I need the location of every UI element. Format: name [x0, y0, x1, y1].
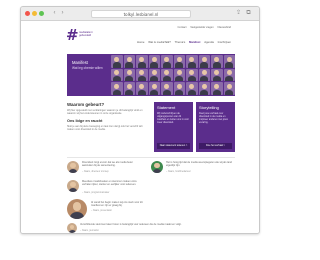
- top-links: Contact Veelgestelde vragen Nieuwsbrief: [175, 26, 232, 29]
- avatar: [67, 161, 79, 173]
- top-link-contact[interactable]: Contact: [178, 26, 187, 29]
- forward-arrow-icon[interactable]: ›: [59, 10, 66, 17]
- minimize-window-button[interactable]: [32, 11, 37, 16]
- portrait-thumbnail: [211, 55, 223, 68]
- web-page: # mediatalent gebundeld Contact Veelgest…: [21, 22, 259, 233]
- nav-item-signup[interactable]: Inschrijven: [218, 40, 231, 44]
- intro-section: Waarom gebeurt? Wij hier opgesteld met v…: [67, 102, 149, 134]
- nav-item-home[interactable]: Home: [137, 40, 144, 44]
- hero-banner: Manifest Wat leg chemie willen: [67, 54, 235, 96]
- nav-item-about[interactable]: Wat is mediaTalk?: [148, 40, 171, 44]
- quote-text: Al vanaf het begin maken wij ons sterk v…: [91, 201, 143, 208]
- portrait-grid: [111, 55, 235, 95]
- browser-window: ‹ › tolkyl.lesbianel.nl ⇪ ⧉ # mediatalen…: [20, 6, 260, 234]
- portrait-thumbnail: [161, 68, 173, 82]
- portrait-thumbnail: [111, 82, 123, 95]
- portrait-thumbnail: [186, 82, 198, 95]
- portrait-thumbnail: [111, 68, 123, 82]
- nav-item-manifest[interactable]: Manifest: [189, 40, 200, 44]
- quote-author: – Naam, journalist: [80, 230, 99, 232]
- statement-title: Statement: [157, 105, 176, 110]
- storytelling-box: Storytelling Deel jouw verhaal over dive…: [196, 102, 235, 152]
- avatar: [151, 161, 163, 173]
- portrait-thumbnail: [111, 55, 123, 68]
- tabs-icon[interactable]: ⧉: [245, 10, 252, 17]
- intro-subheading: Ons lidge en raucht: [67, 118, 103, 123]
- portrait-thumbnail: [161, 82, 173, 95]
- portrait-thumbnail: [198, 82, 210, 95]
- portrait-thumbnail: [173, 55, 185, 68]
- quote-card: Verschillende stemmen laten horen is bel…: [67, 223, 235, 233]
- portrait-thumbnail: [148, 55, 160, 68]
- portrait-thumbnail: [211, 68, 223, 82]
- portrait-thumbnail: [123, 55, 135, 68]
- top-link-faq[interactable]: Veelgestelde vragen: [190, 26, 214, 29]
- portrait-thumbnail: [123, 68, 135, 82]
- quote-text: Verschillende stemmen laten horen is bel…: [80, 223, 182, 226]
- portrait-thumbnail: [161, 55, 173, 68]
- quote-text: Het is hoog tijd dat de media weerspiege…: [166, 161, 232, 168]
- avatar: [67, 223, 77, 233]
- intro-paragraph: Wij hier opgesteld met verklaringen waar…: [67, 109, 143, 116]
- zoom-window-button[interactable]: [39, 11, 44, 16]
- quote-author: – Naam, hoofdredacteur: [166, 171, 191, 173]
- avatar: [67, 180, 79, 192]
- quote-author: – Naam, programmamaker: [82, 192, 110, 194]
- statement-button[interactable]: Naar statement tekenen >: [157, 143, 190, 149]
- quote-card: Diversiteit zorgt ervoor dat we als medi…: [67, 161, 147, 177]
- portrait-thumbnail: [148, 82, 160, 95]
- portrait-thumbnail: [211, 82, 223, 95]
- portrait-thumbnail: [186, 55, 198, 68]
- section-divider: [67, 157, 235, 158]
- portrait-thumbnail: [223, 55, 235, 68]
- storytelling-text: Deel jouw verhaal over diversiteit in de…: [199, 112, 228, 125]
- portrait-thumbnail: [173, 68, 185, 82]
- main-navigation: Home Wat is mediaTalk? Thema's Manifest …: [134, 40, 231, 44]
- back-arrow-icon[interactable]: ‹: [51, 10, 58, 17]
- share-icon[interactable]: ⇪: [235, 10, 242, 17]
- quote-author: – Naam, presentator: [91, 210, 112, 212]
- hashtag-logo-icon[interactable]: #: [66, 28, 79, 43]
- top-link-newsletter[interactable]: Nieuwsbrief: [217, 26, 231, 29]
- close-window-button[interactable]: [25, 11, 30, 16]
- storytelling-title: Storytelling: [199, 105, 219, 110]
- portrait-thumbnail: [136, 55, 148, 68]
- hero-subtitle: Wat leg chemie willen: [72, 66, 103, 70]
- logo-text: mediatalent gebundeld: [79, 31, 93, 37]
- intro-heading: Waarom gebeurt?: [67, 102, 105, 107]
- portrait-thumbnail: [223, 82, 235, 95]
- quote-card: Al vanaf het begin maken wij ons sterk v…: [67, 199, 147, 221]
- quote-card: Meerdere invalshoeken en stemmen maken o…: [67, 180, 147, 196]
- intro-paragraph-2: Sluit je aan bij deze beweging en laat z…: [67, 124, 143, 131]
- quote-author: – Naam, directeur omroep: [82, 171, 109, 173]
- storytelling-button[interactable]: Doe het verhaal >: [199, 143, 232, 149]
- portrait-thumbnail: [223, 68, 235, 82]
- avatar: [67, 199, 87, 219]
- hero-title: Manifest: [72, 60, 88, 65]
- nav-item-themes[interactable]: Thema's: [175, 40, 186, 44]
- statement-box: Statement Wij onderschrijven de uitgangs…: [154, 102, 193, 152]
- quote-card: Het is hoog tijd dat de media weerspiege…: [151, 161, 237, 177]
- portrait-thumbnail: [198, 55, 210, 68]
- quote-text: Diversiteit zorgt ervoor dat we als medi…: [82, 161, 133, 168]
- nav-item-agenda[interactable]: Agenda: [204, 40, 214, 44]
- portrait-thumbnail: [198, 68, 210, 82]
- portrait-thumbnail: [148, 68, 160, 82]
- site-header: # mediatalent gebundeld Contact Veelgest…: [21, 22, 259, 52]
- portrait-thumbnail: [136, 82, 148, 95]
- quote-text: Meerdere invalshoeken en stemmen maken o…: [82, 180, 137, 187]
- statement-text: Wij onderschrijven de uitgangspunten van…: [157, 112, 189, 125]
- portrait-thumbnail: [186, 68, 198, 82]
- address-bar[interactable]: tolkyl.lesbianel.nl: [91, 10, 191, 18]
- portrait-thumbnail: [123, 82, 135, 95]
- portrait-thumbnail: [136, 68, 148, 82]
- browser-toolbar: ‹ › tolkyl.lesbianel.nl ⇪ ⧉: [21, 7, 259, 21]
- portrait-thumbnail: [173, 82, 185, 95]
